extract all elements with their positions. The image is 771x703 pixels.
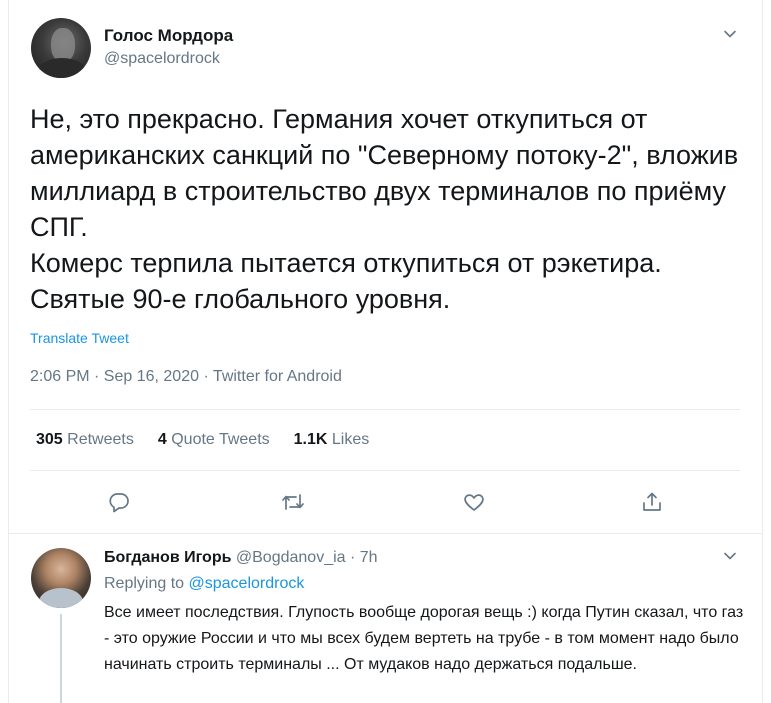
reply-options-chevron-icon[interactable]: [723, 549, 737, 568]
retweets-count: 305: [36, 431, 63, 448]
author-avatar[interactable]: [31, 18, 91, 78]
retweets-label: Retweets: [67, 431, 134, 448]
retweet-icon[interactable]: [275, 484, 311, 520]
author-display-name[interactable]: Голос Мордора: [104, 26, 233, 46]
tweet-text: Не, это прекрасно. Германия хочет откупи…: [30, 104, 739, 314]
divider: [30, 470, 740, 471]
likes-count: 1.1K: [293, 431, 328, 448]
reply-author-name[interactable]: Богданов Игорь: [104, 549, 231, 566]
tweet-timestamp[interactable]: 2:06 PM · Sep 16, 2020 · Twitter for And…: [30, 368, 342, 386]
replying-to-handle-link[interactable]: @spacelordrock: [189, 575, 305, 592]
replying-to-label: Replying to: [104, 575, 185, 592]
reply-icon[interactable]: [101, 484, 137, 520]
translate-tweet-link[interactable]: Translate Tweet: [30, 330, 129, 346]
tweet-action-bar: [30, 484, 730, 520]
reply-header: Богданов Игорь @Bogdanov_ia · 7h: [104, 549, 378, 567]
thread-line: [60, 614, 62, 703]
likes-stat[interactable]: 1.1K Likes: [294, 431, 370, 449]
tweet-options-chevron-icon[interactable]: [723, 27, 737, 46]
reply-author-handle[interactable]: @Bogdanov_ia: [236, 549, 346, 566]
retweets-stat[interactable]: 305 Retweets: [36, 431, 134, 449]
replying-to: Replying to @spacelordrock: [104, 575, 304, 593]
header-separator: ·: [350, 549, 356, 566]
quote-tweets-label: Quote Tweets: [171, 431, 270, 448]
tweet-separator: [9, 533, 763, 534]
quote-tweets-count: 4: [157, 431, 167, 448]
reply-text: Все имеет последствия. Глупость вообще д…: [104, 604, 744, 673]
divider: [30, 409, 740, 410]
like-icon[interactable]: [456, 484, 492, 520]
author-handle[interactable]: @spacelordrock: [104, 50, 220, 68]
likes-label: Likes: [331, 431, 370, 448]
engagement-stats: 305 Retweets 4 Quote Tweets 1.1K Likes: [36, 431, 393, 449]
share-icon[interactable]: [634, 484, 670, 520]
reply-time[interactable]: 7h: [360, 549, 378, 566]
reply-author-avatar[interactable]: [31, 548, 91, 608]
quote-tweets-stat[interactable]: 4 Quote Tweets: [158, 431, 270, 449]
